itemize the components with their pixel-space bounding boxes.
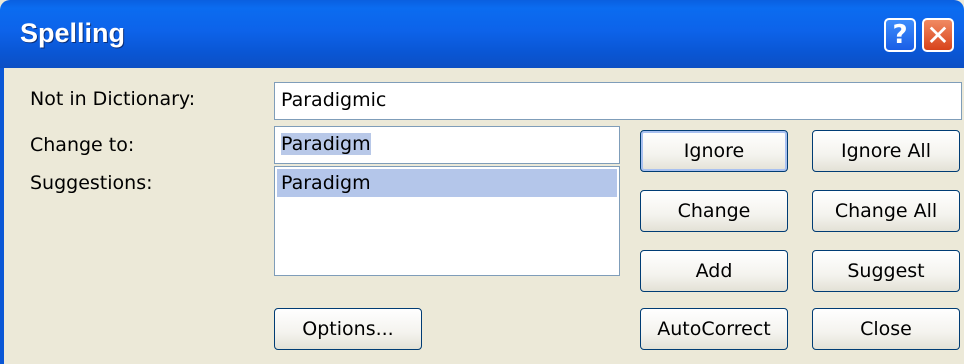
dialog-body: Not in Dictionary: Paradigmic Change to:… [0,68,964,364]
suggest-button[interactable]: Suggest [812,250,960,292]
close-button-label: Close [860,318,912,340]
title-bar[interactable]: Spelling ? ✕ [0,0,964,68]
change-button[interactable]: Change [640,190,788,232]
not-in-dictionary-label: Not in Dictionary: [30,88,196,110]
ignore-all-button-label: Ignore All [840,140,931,162]
ignore-button-label: Ignore [683,140,745,162]
ignore-button[interactable]: Ignore [640,130,788,172]
change-all-button-label: Change All [834,200,938,222]
change-all-button[interactable]: Change All [812,190,960,232]
options-button-label: Options... [302,318,394,340]
suggest-button-label: Suggest [847,260,925,282]
autocorrect-button-label: AutoCorrect [657,318,771,340]
suggestions-label: Suggestions: [30,172,153,194]
add-button[interactable]: Add [640,250,788,292]
spelling-dialog: Spelling ? ✕ Not in Dictionary: Paradigm… [0,0,964,364]
not-in-dictionary-value: Paradigmic [281,89,387,111]
change-button-label: Change [677,200,751,222]
help-button[interactable]: ? [884,18,916,52]
close-icon: ✕ [926,18,950,52]
question-mark-icon: ? [892,20,908,50]
ignore-all-button[interactable]: Ignore All [812,130,960,172]
change-to-label: Change to: [30,134,135,156]
change-to-value: Paradigm [281,133,371,155]
not-in-dictionary-field[interactable]: Paradigmic [274,82,962,120]
change-to-input[interactable]: Paradigm [274,126,620,164]
close-window-button[interactable]: ✕ [922,18,954,52]
add-button-label: Add [695,260,733,282]
autocorrect-button[interactable]: AutoCorrect [640,308,788,350]
options-button[interactable]: Options... [274,308,422,350]
suggestions-list[interactable]: Paradigm [274,166,620,276]
close-button[interactable]: Close [812,308,960,350]
dialog-title: Spelling [20,18,126,48]
suggestion-item[interactable]: Paradigm [277,169,617,197]
